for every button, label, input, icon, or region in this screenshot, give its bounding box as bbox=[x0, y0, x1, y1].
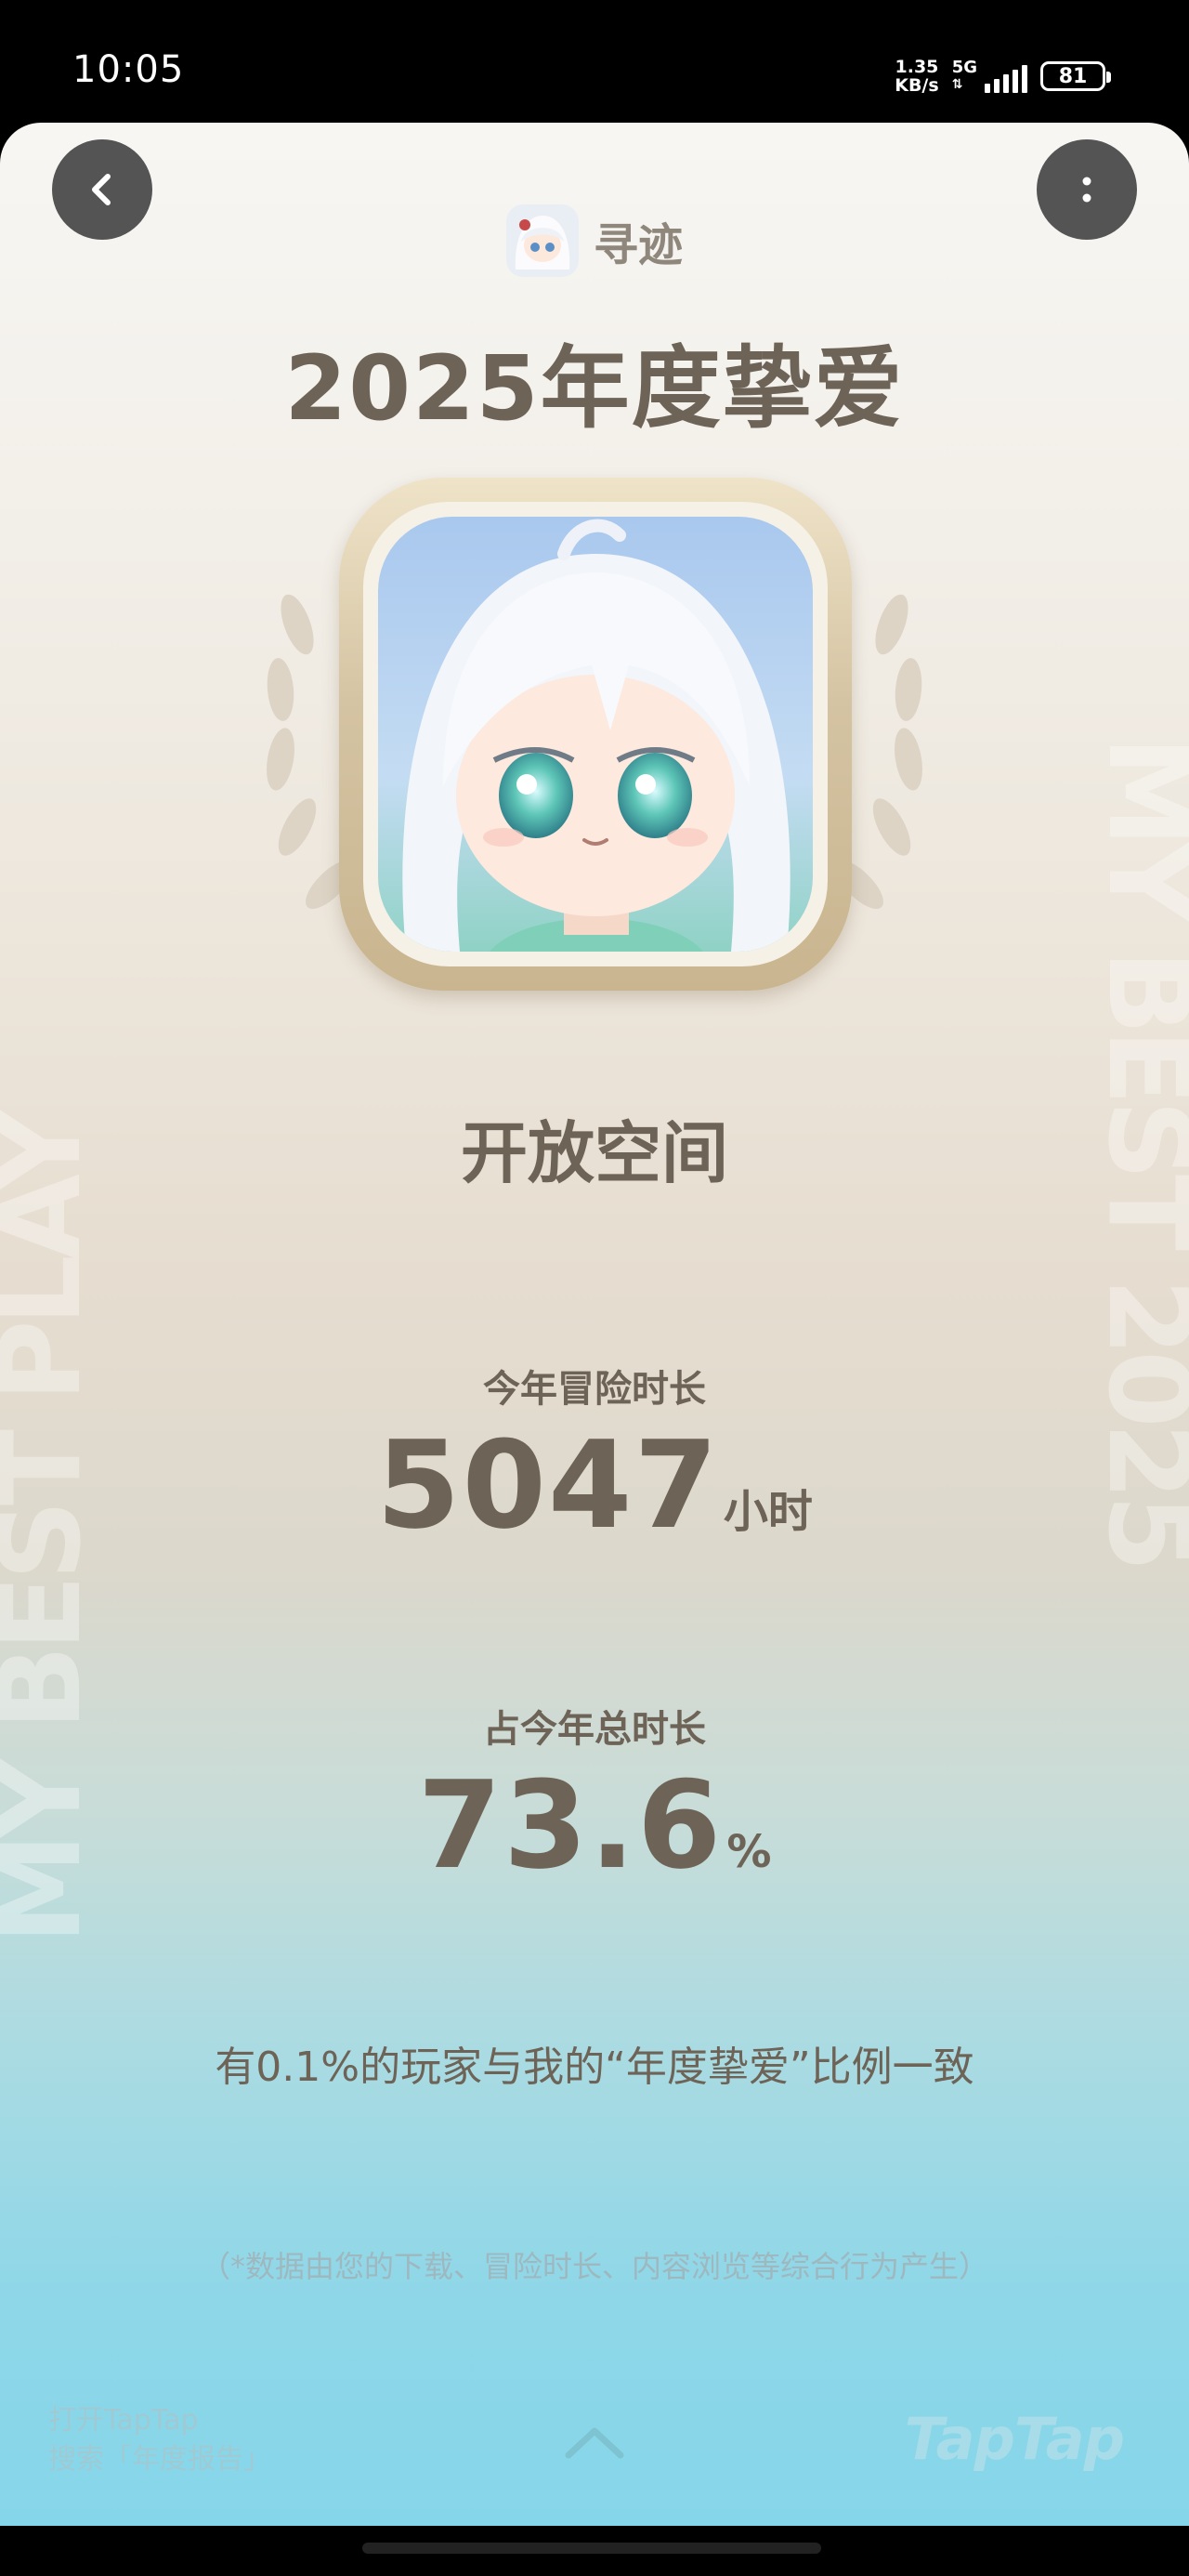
taptap-logo: TapTap bbox=[904, 2405, 1125, 2473]
app-name: 寻迹 bbox=[593, 219, 683, 271]
page-title: 2025年度挚爱 bbox=[284, 336, 905, 440]
playtime-value: 5047小时 bbox=[376, 1414, 813, 1556]
chevron-up-icon[interactable] bbox=[561, 2418, 628, 2463]
status-icons: 1.35 KB/s 5G ⇅ 81 bbox=[895, 54, 1111, 99]
game-icon bbox=[378, 517, 813, 952]
battery-icon: 81 bbox=[1040, 61, 1111, 91]
share-value: 73.6% bbox=[417, 1755, 772, 1896]
data-arrows-icon: ⇅ bbox=[951, 77, 963, 92]
status-time: 10:05 bbox=[72, 48, 185, 91]
game-name: 开放空间 bbox=[460, 1114, 728, 1192]
report-card: MY BEST PLAY MY BEST 2025 寻迹 2025年度挚爱 开放… bbox=[0, 123, 1189, 2526]
status-bar: 10:05 1.35 KB/s 5G ⇅ 81 bbox=[0, 0, 1189, 123]
network-type: 5G bbox=[951, 58, 977, 77]
data-footnote: （*数据由您的下载、冒险时长、内容浏览等综合行为产生） bbox=[200, 2249, 988, 2284]
app-header: 寻迹 bbox=[0, 204, 1189, 277]
share-label: 占今年总时长 bbox=[483, 1708, 706, 1751]
open-app-hint: 打开TapTap 搜索「年度报告」 bbox=[48, 2404, 271, 2476]
comparison-text: 有0.1%的玩家与我的“年度挚爱”比例一致 bbox=[215, 2044, 974, 2091]
signal-bars bbox=[985, 65, 1027, 93]
home-indicator[interactable] bbox=[362, 2543, 821, 2554]
app-avatar bbox=[505, 204, 579, 277]
game-icon-frame bbox=[339, 478, 852, 991]
network-speed: 1.35 KB/s bbox=[895, 57, 939, 96]
signal-icon: 5G ⇅ bbox=[952, 59, 1027, 93]
playtime-label: 今年冒险时长 bbox=[483, 1368, 706, 1411]
